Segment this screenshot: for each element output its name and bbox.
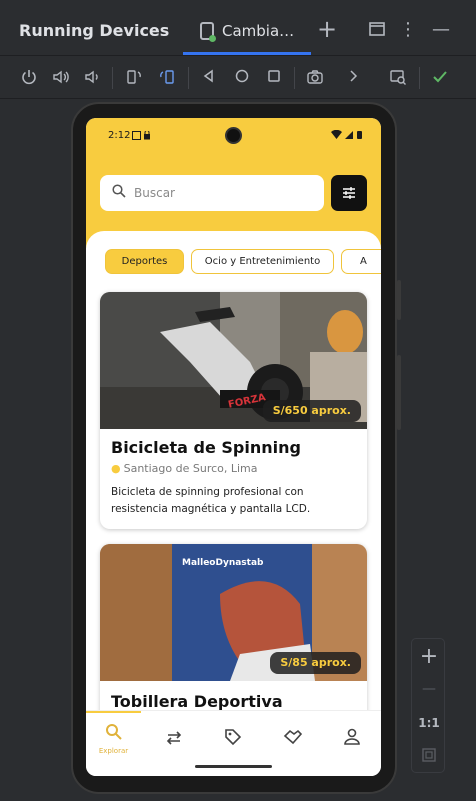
- nav-tags[interactable]: [203, 711, 262, 761]
- card-location-text: Santiago de Surco, Lima: [123, 462, 258, 475]
- price-badge: S/85 aprox.: [270, 652, 361, 674]
- zoom-in-button[interactable]: +: [412, 643, 446, 671]
- swap-arrows-icon: [166, 731, 182, 745]
- overview-icon[interactable]: [264, 68, 284, 88]
- zoom-actual-size-button[interactable]: 1:1: [412, 709, 446, 737]
- filter-button[interactable]: [331, 175, 367, 211]
- tool-window-header: Running Devices Cambia… + ⋮ —: [0, 0, 476, 56]
- search-icon: [112, 184, 126, 198]
- device-tab-icon: [200, 22, 216, 42]
- rotate-right-icon[interactable]: [157, 68, 177, 88]
- product-card[interactable]: FORZA S/650 aprox. Bicicleta de Spinning…: [100, 292, 367, 529]
- camera-icon[interactable]: [305, 68, 325, 88]
- signal-battery-icons: [331, 130, 362, 139]
- window-layout-icon[interactable]: [366, 21, 388, 43]
- running-dot-icon: [209, 35, 216, 42]
- checkmark-icon[interactable]: [430, 68, 450, 88]
- nav-explore-label: Explorar: [98, 747, 129, 755]
- user-icon: [344, 728, 360, 745]
- location-pin-icon: ●: [111, 462, 121, 475]
- gesture-home-indicator[interactable]: [195, 765, 272, 768]
- back-icon[interactable]: [199, 68, 219, 88]
- nav-active-indicator: [86, 711, 141, 713]
- device-screen[interactable]: 2:12 Buscar Deportes Ocio y Entretenimie…: [86, 118, 381, 776]
- product-card[interactable]: MalleoDynastab S/85 aprox. Tobillera Dep…: [100, 544, 367, 724]
- chevron-right-icon[interactable]: [343, 68, 363, 88]
- status-time: 2:12: [108, 130, 131, 141]
- nav-explore[interactable]: Explorar: [86, 711, 145, 761]
- brand-text: MalleoDynastab: [182, 558, 264, 568]
- nav-profile[interactable]: [321, 711, 380, 761]
- phone-side-button: [397, 280, 401, 320]
- search-input[interactable]: Buscar: [100, 175, 324, 211]
- status-bar: 2:12: [86, 118, 381, 152]
- toolbar-divider: [294, 67, 295, 89]
- card-title: Tobillera Deportiva: [111, 692, 283, 711]
- search-placeholder: Buscar: [134, 186, 175, 200]
- zoom-fit-button[interactable]: [412, 741, 446, 769]
- handshake-icon: [283, 729, 303, 745]
- rotate-left-icon[interactable]: [124, 68, 144, 88]
- screen-inspect-icon[interactable]: [388, 68, 408, 88]
- phone-side-button: [397, 355, 401, 430]
- minimize-button[interactable]: —: [430, 20, 452, 42]
- volume-down-icon[interactable]: [82, 68, 102, 88]
- add-device-button[interactable]: +: [316, 17, 338, 41]
- card-description: Bicicleta de spinning profesional con re…: [111, 486, 311, 515]
- home-icon[interactable]: [232, 68, 252, 88]
- category-chip-partial[interactable]: A: [341, 249, 381, 274]
- tool-window-title: Running Devices: [19, 21, 170, 40]
- card-location: ● Santiago de Surco, Lima: [111, 462, 258, 475]
- zoom-out-button[interactable]: —: [412, 675, 446, 703]
- power-icon[interactable]: [19, 68, 39, 88]
- sliders-icon: [343, 187, 355, 199]
- category-chip-deportes[interactable]: Deportes: [105, 249, 184, 274]
- fit-screen-icon: [422, 748, 436, 762]
- price-badge: S/650 aprox.: [262, 400, 361, 422]
- toolbar-divider: [188, 67, 189, 89]
- toolbar-divider: [419, 67, 420, 89]
- more-options-button[interactable]: ⋮: [397, 20, 419, 42]
- nav-deals[interactable]: [262, 711, 321, 761]
- active-tab-indicator: [183, 52, 311, 55]
- device-toolbar: [0, 57, 476, 99]
- search-icon: [106, 724, 122, 740]
- category-chip-ocio[interactable]: Ocio y Entretenimiento: [191, 249, 334, 274]
- camera-cutout: [225, 127, 242, 144]
- volume-up-icon[interactable]: [51, 68, 71, 88]
- tag-icon: [225, 729, 242, 746]
- device-tab-label[interactable]: Cambia…: [222, 22, 294, 40]
- card-title: Bicicleta de Spinning: [111, 438, 301, 457]
- zoom-controls: + — 1:1: [411, 638, 445, 773]
- toolbar-divider: [112, 67, 113, 89]
- nav-exchange[interactable]: [144, 711, 203, 761]
- notification-icons: [132, 131, 150, 140]
